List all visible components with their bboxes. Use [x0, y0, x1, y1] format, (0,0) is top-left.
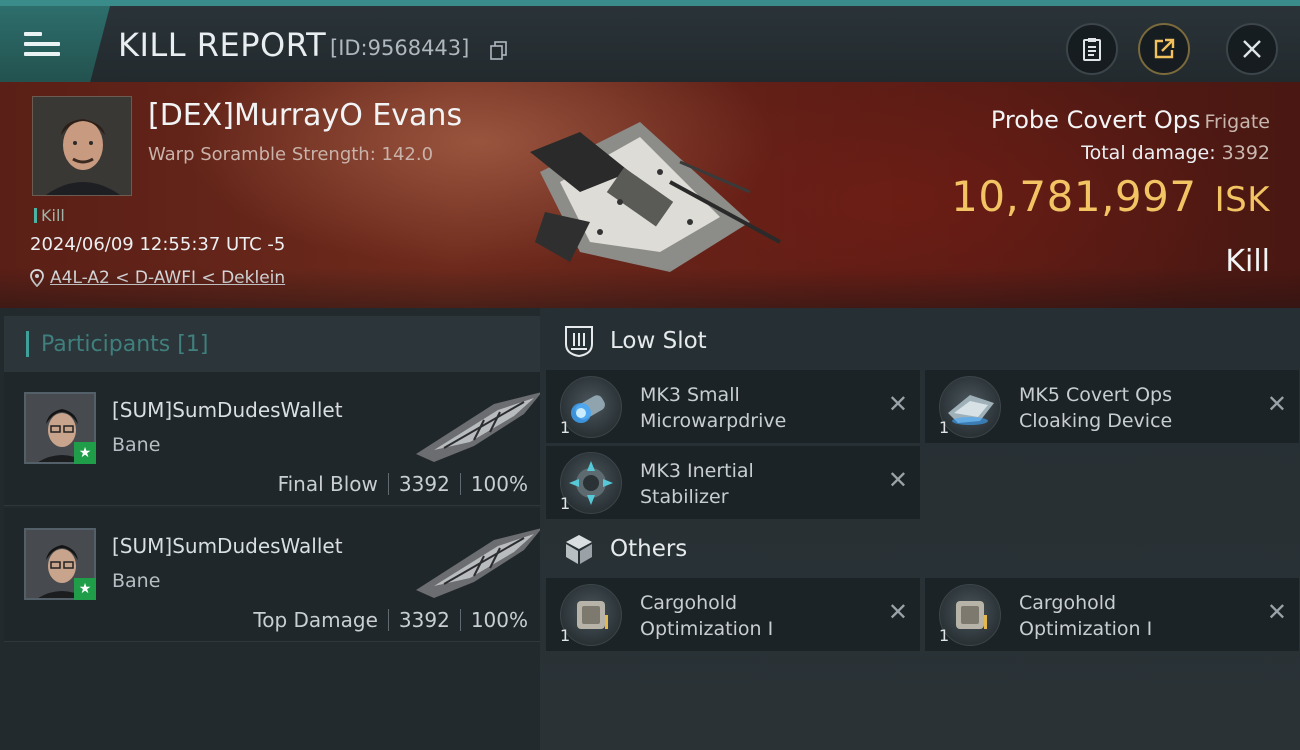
total-damage: Total damage: 3392: [1081, 142, 1270, 164]
title-bar: KILL REPORT [ID:9568443]: [0, 0, 1300, 82]
module-item[interactable]: 1 Cargohold Optimization I ✕: [925, 578, 1299, 651]
kill-tag: Kill: [34, 206, 65, 225]
hamburger-icon: [24, 26, 60, 62]
module-item[interactable]: 1 MK3 Inertial Stabilizer ✕: [546, 446, 920, 519]
share-icon: [1154, 38, 1175, 59]
module-name: Cargohold Optimization I: [640, 592, 774, 640]
victim-portrait[interactable]: [32, 96, 132, 196]
participant-role: Final Blow: [277, 472, 378, 496]
victim-banner: [DEX]MurrayO Evans Warp Soramble Strengt…: [0, 82, 1300, 308]
copy-icon[interactable]: [490, 41, 508, 61]
close-icon: [1243, 40, 1261, 58]
participant-name[interactable]: [SUM]SumDudesWallet: [112, 534, 343, 558]
module-name: Cargohold Optimization I: [1019, 592, 1153, 640]
participant-role: Top Damage: [253, 608, 378, 632]
participant-stats: Top Damage 3392 100%: [253, 608, 528, 632]
clipboard-icon: [1083, 38, 1101, 61]
participant-ship-image: [416, 392, 542, 462]
star-badge-icon: ★: [74, 578, 96, 600]
location-pin-icon: [30, 269, 44, 287]
participant-ship: Bane: [112, 570, 161, 592]
clipboard-button[interactable]: [1066, 23, 1118, 75]
remove-icon[interactable]: ✕: [888, 468, 908, 492]
low-slot-header: Low Slot: [562, 324, 707, 358]
participants-header: Participants [1]: [4, 316, 540, 372]
low-slot-icon: [565, 326, 593, 358]
participant-ship-image: [416, 528, 542, 598]
victim-name[interactable]: [DEX]MurrayO Evans: [148, 98, 462, 133]
participant-percent: 100%: [470, 472, 528, 496]
character-portrait-icon: [33, 97, 131, 195]
participants-panel: Participants [1] ★ [SUM]SumDudesWallet B…: [0, 308, 542, 750]
kill-type-label: Kill: [1225, 244, 1270, 279]
page-title: KILL REPORT: [118, 26, 327, 64]
warp-scramble-strength: Warp Soramble Strength: 142.0: [148, 144, 434, 165]
module-name: MK5 Covert Ops Cloaking Device: [1019, 384, 1173, 432]
module-name: MK3 Inertial Stabilizer: [640, 460, 754, 508]
participant-row[interactable]: ★ [SUM]SumDudesWallet Bane Final Blow 33…: [4, 372, 542, 506]
fitting-panel: Low Slot 1 MK3 Small Microwarpdrive ✕ 1: [540, 308, 1300, 750]
cube-icon: [566, 535, 592, 564]
menu-button[interactable]: [0, 6, 110, 82]
remove-icon[interactable]: ✕: [888, 600, 908, 624]
victim-ship-image: [530, 122, 781, 272]
kill-timestamp: 2024/06/09 12:55:37 UTC -5: [30, 234, 286, 255]
star-badge-icon: ★: [74, 442, 96, 464]
others-header: Others: [562, 532, 687, 566]
victim-ship-class: Frigate: [1204, 111, 1270, 133]
kill-location[interactable]: A4L-A2 < D-AWFI < Deklein: [30, 268, 285, 288]
module-item[interactable]: 1 Cargohold Optimization I ✕: [546, 578, 920, 651]
close-button[interactable]: [1226, 23, 1278, 75]
module-name: MK3 Small Microwarpdrive: [640, 384, 787, 432]
participant-percent: 100%: [470, 608, 528, 632]
remove-icon[interactable]: ✕: [1267, 600, 1287, 624]
participant-damage: 3392: [398, 472, 450, 496]
remove-icon[interactable]: ✕: [888, 392, 908, 416]
location-link[interactable]: A4L-A2 < D-AWFI < Deklein: [50, 268, 285, 288]
participant-stats: Final Blow 3392 100%: [278, 472, 528, 496]
module-item[interactable]: 1 MK5 Covert Ops Cloaking Device ✕: [925, 370, 1299, 443]
participant-name[interactable]: [SUM]SumDudesWallet: [112, 398, 343, 422]
participant-row[interactable]: ★ [SUM]SumDudesWallet Bane Top Damage 33…: [4, 508, 542, 642]
remove-icon[interactable]: ✕: [1267, 392, 1287, 416]
module-item[interactable]: 1 MK3 Small Microwarpdrive ✕: [546, 370, 920, 443]
participant-ship: Bane: [112, 434, 161, 456]
victim-ship-name[interactable]: Probe Covert Ops Frigate: [991, 106, 1270, 134]
report-id: [ID:9568443]: [330, 36, 470, 60]
isk-value: 10,781,997 ISK: [951, 172, 1270, 221]
participant-damage: 3392: [398, 608, 450, 632]
share-button[interactable]: [1138, 23, 1190, 75]
